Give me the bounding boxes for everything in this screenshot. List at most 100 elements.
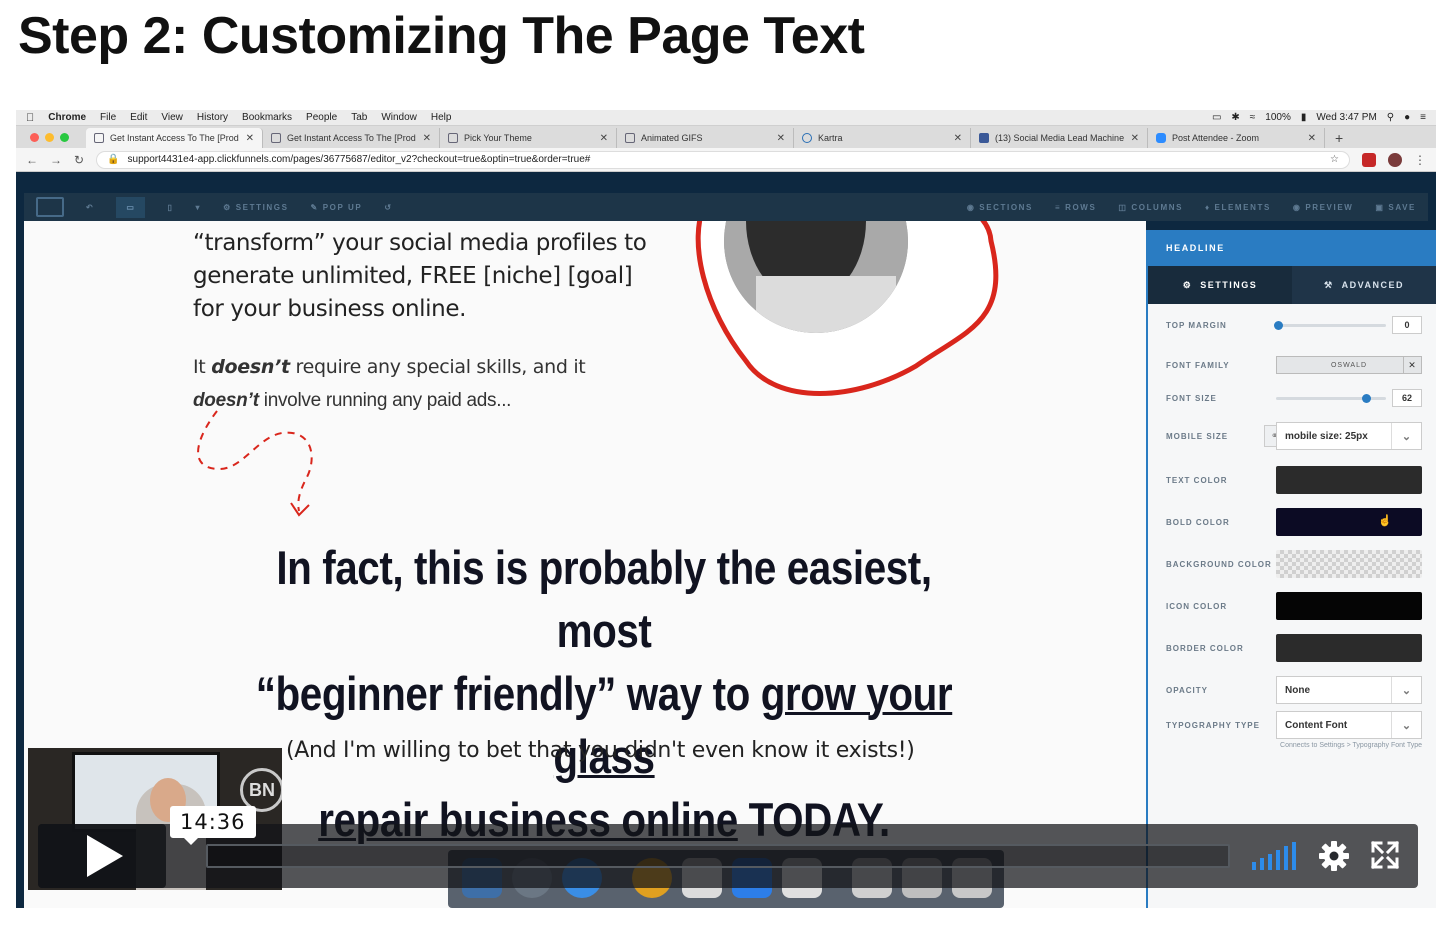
icon-color-swatch[interactable] <box>1276 592 1422 620</box>
top-margin-input[interactable]: 0 <box>1392 316 1422 334</box>
browser-tab-7[interactable]: Post Attendee - Zoom ✕ <box>1148 128 1325 148</box>
menu-window[interactable]: Window <box>381 112 417 123</box>
progress-bar[interactable] <box>206 844 1230 868</box>
close-tab-icon[interactable]: ✕ <box>777 133 785 144</box>
headline-text[interactable]: In fact, this is probably the easiest, m… <box>234 536 974 851</box>
dropdown-chevron-icon[interactable]: ▾ <box>196 203 202 212</box>
bookmark-star-icon[interactable]: ☆ <box>1330 154 1339 165</box>
intro-line-1: “transform” your social media profiles t… <box>193 230 647 256</box>
subheadline-text[interactable]: (And I'm willing to bet that you didn't … <box>286 738 915 763</box>
battery-percent[interactable]: 100% <box>1265 112 1291 123</box>
close-tab-icon[interactable]: ✕ <box>246 133 254 144</box>
mobile-view-icon[interactable]: ▯ <box>167 203 173 212</box>
typography-select[interactable]: Content Font ⌄ <box>1276 711 1422 739</box>
browser-tab-2[interactable]: Get Instant Access To The [Prod ✕ <box>263 128 440 148</box>
font-size-slider[interactable] <box>1276 393 1386 403</box>
profile-avatar[interactable] <box>1388 152 1402 167</box>
airplay-icon[interactable]: ▭ <box>1212 112 1221 123</box>
toolbar-sections-button[interactable]: ◉ SECTIONS <box>967 203 1033 212</box>
volume-control[interactable] <box>1252 842 1296 870</box>
bluetooth-icon[interactable]: ✱ <box>1231 112 1239 123</box>
new-tab-button[interactable]: + <box>1325 128 1353 148</box>
reload-icon[interactable]: ↻ <box>74 153 84 167</box>
font-family-select[interactable]: OSWALD ✕ <box>1276 356 1422 374</box>
browser-tab-6[interactable]: (13) Social Media Lead Machine ✕ <box>971 128 1148 148</box>
close-window-button[interactable] <box>30 133 39 142</box>
back-arrow-icon[interactable]: ← <box>26 153 38 167</box>
headline-line-1: In fact, this is probably the easiest, m… <box>276 541 932 657</box>
browser-menu-icon[interactable]: ⋮ <box>1414 153 1426 167</box>
browser-tab-5[interactable]: Kartra ✕ <box>794 128 971 148</box>
menu-help[interactable]: Help <box>431 112 452 123</box>
menu-view[interactable]: View <box>161 112 183 123</box>
undo-icon[interactable]: ↶ <box>86 203 94 212</box>
notification-center-icon[interactable]: ≡ <box>1420 112 1426 123</box>
bold-color-swatch[interactable]: ☝ <box>1276 508 1422 536</box>
mobile-size-value: mobile size: 25px <box>1285 430 1368 442</box>
minimize-window-button[interactable] <box>45 133 54 142</box>
spotlight-icon[interactable]: ⚲ <box>1387 112 1394 123</box>
menubar-clock[interactable]: Wed 3:47 PM <box>1316 112 1376 123</box>
toolbar-save-button[interactable]: ▣ SAVE <box>1375 203 1416 212</box>
close-tab-icon[interactable]: ✕ <box>423 133 431 144</box>
intro-paragraph[interactable]: “transform” your social media profiles t… <box>193 227 647 326</box>
lock-icon: 🔒 <box>107 154 120 165</box>
menu-people[interactable]: People <box>306 112 337 123</box>
browser-tab-4[interactable]: Animated GIFS ✕ <box>617 128 794 148</box>
url-input[interactable]: 🔒 support4431e4-app.clickfunnels.com/pag… <box>96 150 1350 169</box>
menu-tab[interactable]: Tab <box>351 112 367 123</box>
bold-color-label: BOLD COLOR <box>1166 517 1230 527</box>
desktop-view-icon[interactable]: ▭ <box>116 196 146 218</box>
clickfunnels-logo-icon[interactable] <box>36 197 64 217</box>
text-color-row: TEXT COLOR <box>1166 465 1422 495</box>
toolbar-columns-button[interactable]: ◫ COLUMNS <box>1118 203 1183 212</box>
video-player[interactable]:  Chrome File Edit View History Bookmark… <box>16 110 1436 908</box>
extension-icon[interactable] <box>1362 152 1376 167</box>
text-color-swatch[interactable] <box>1276 466 1422 494</box>
menu-bookmarks[interactable]: Bookmarks <box>242 112 292 123</box>
settings-gear-icon[interactable] <box>1318 840 1350 872</box>
top-margin-slider[interactable] <box>1274 320 1386 330</box>
tab-settings[interactable]: ⚙ SETTINGS <box>1148 266 1292 304</box>
close-tab-icon[interactable]: ✕ <box>954 133 962 144</box>
toolbar-settings-button[interactable]: ⚙ SETTINGS <box>223 203 288 212</box>
menu-app-name[interactable]: Chrome <box>48 112 86 123</box>
slider-knob[interactable] <box>1362 393 1371 403</box>
font-size-input[interactable]: 62 <box>1392 389 1422 407</box>
close-tab-icon[interactable]: ✕ <box>600 133 608 144</box>
toolbar-rows-button[interactable]: ≡ ROWS <box>1055 203 1096 212</box>
menu-edit[interactable]: Edit <box>130 112 147 123</box>
close-tab-icon[interactable]: ✕ <box>1131 133 1139 144</box>
window-controls <box>30 133 69 142</box>
toolbar-elements-button[interactable]: ♦ ELEMENTS <box>1205 203 1271 212</box>
close-tab-icon[interactable]: ✕ <box>1308 133 1316 144</box>
mobile-size-select[interactable]: mobile size: 25px ⌄ <box>1276 422 1422 450</box>
browser-tab-1[interactable]: Get Instant Access To The [Prod ✕ <box>86 128 263 148</box>
toolbar-popup-button[interactable]: ✎ POP UP <box>311 203 363 212</box>
border-color-swatch[interactable] <box>1276 634 1422 662</box>
clear-font-icon[interactable]: ✕ <box>1403 357 1421 373</box>
bold-color-row: BOLD COLOR ☝ <box>1166 507 1422 537</box>
chevron-down-icon: ⌄ <box>1391 677 1421 703</box>
toolbar-preview-button[interactable]: ◉ PREVIEW <box>1293 203 1354 212</box>
apple-icon[interactable]:  <box>26 112 34 124</box>
browser-tab-3[interactable]: Pick Your Theme ✕ <box>440 128 617 148</box>
maximize-window-button[interactable] <box>60 133 69 142</box>
icon-color-label: ICON COLOR <box>1166 601 1228 611</box>
forward-arrow-icon[interactable]: → <box>50 153 62 167</box>
wifi-icon[interactable]: ≈ <box>1250 112 1256 123</box>
opacity-select[interactable]: None ⌄ <box>1276 676 1422 704</box>
menu-file[interactable]: File <box>100 112 116 123</box>
toolbar-rows-label: ROWS <box>1065 202 1097 212</box>
play-button[interactable] <box>38 824 166 888</box>
slider-knob[interactable] <box>1274 320 1283 330</box>
siri-icon[interactable]: ● <box>1404 112 1410 123</box>
tab-advanced[interactable]: ⚒ ADVANCED <box>1292 266 1436 304</box>
history-icon[interactable]: ↺ <box>384 203 392 212</box>
fullscreen-icon[interactable] <box>1370 840 1400 870</box>
background-color-swatch[interactable] <box>1276 550 1422 578</box>
menu-history[interactable]: History <box>197 112 228 123</box>
toolbar-columns-label: COLUMNS <box>1131 202 1184 212</box>
typography-value: Content Font <box>1285 719 1348 731</box>
toolbar-preview-label: PREVIEW <box>1305 202 1354 212</box>
